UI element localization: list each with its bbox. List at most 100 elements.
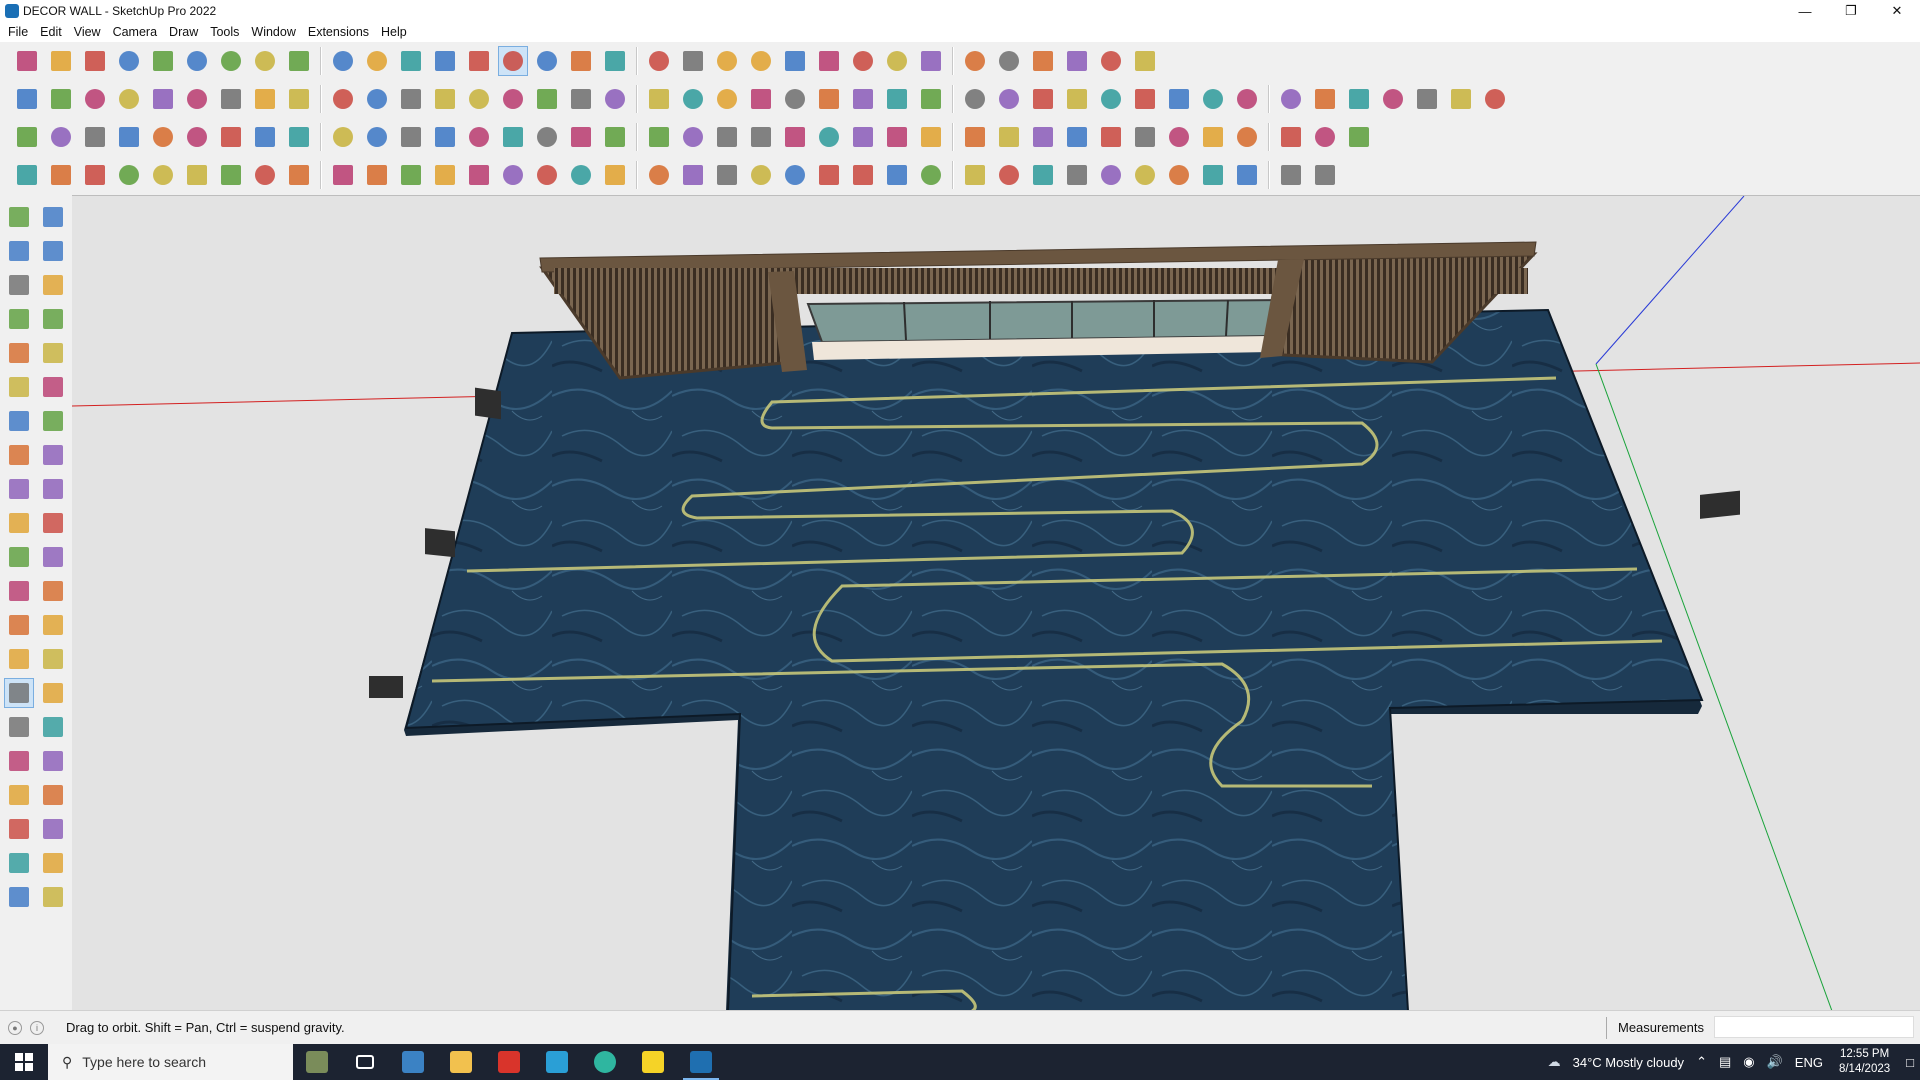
menu-window[interactable]: Window xyxy=(245,25,301,39)
orbit-active-tool-button[interactable] xyxy=(4,678,34,708)
text-tool-button[interactable] xyxy=(39,611,67,639)
eraser-tool-button[interactable] xyxy=(39,237,67,265)
polyline-button[interactable] xyxy=(1131,85,1159,113)
volume-icon[interactable]: 🔊 xyxy=(1767,1054,1783,1070)
scale-tool-button[interactable] xyxy=(5,543,33,571)
line-tool-button[interactable] xyxy=(5,305,33,333)
tent-button[interactable] xyxy=(645,123,673,151)
move-button[interactable] xyxy=(285,47,313,75)
tape-tool-button[interactable] xyxy=(5,577,33,605)
wood-button[interactable] xyxy=(363,123,391,151)
prev-tool-button[interactable] xyxy=(39,747,67,775)
clock[interactable]: 12:55 PM 8/14/2023 xyxy=(1839,1047,1890,1077)
measurements-input[interactable] xyxy=(1714,1016,1914,1038)
components-button[interactable] xyxy=(713,47,741,75)
pipe-button[interactable] xyxy=(397,123,425,151)
red-cube-button[interactable] xyxy=(149,123,177,151)
scene-canvas[interactable] xyxy=(72,196,1920,1010)
arc-squiggle-tool-button[interactable] xyxy=(39,305,67,333)
puzzle-button[interactable] xyxy=(917,123,945,151)
cross-button[interactable] xyxy=(499,123,527,151)
followme-tool-button[interactable] xyxy=(39,509,67,537)
calculator-app[interactable] xyxy=(389,1044,437,1080)
line-draw-button[interactable] xyxy=(115,161,143,189)
polygon-tool-button[interactable] xyxy=(39,373,67,401)
pattern-button[interactable] xyxy=(1277,161,1305,189)
curve-button[interactable] xyxy=(363,85,391,113)
spiral-button[interactable] xyxy=(1165,85,1193,113)
qr-button[interactable] xyxy=(1345,123,1373,151)
measure-button[interactable] xyxy=(995,47,1023,75)
solid-tools-button[interactable] xyxy=(115,85,143,113)
menu-help[interactable]: Help xyxy=(375,25,413,39)
stair-button[interactable] xyxy=(747,161,775,189)
cut-button[interactable] xyxy=(747,123,775,151)
red-tool-button[interactable] xyxy=(1199,85,1227,113)
red-fill-button[interactable] xyxy=(183,123,211,151)
grid-button[interactable] xyxy=(285,123,313,151)
house-button[interactable] xyxy=(567,85,595,113)
texture5-button[interactable] xyxy=(1413,85,1441,113)
box3d-button[interactable] xyxy=(251,161,279,189)
rotate-button[interactable] xyxy=(329,47,357,75)
styles-button[interactable] xyxy=(747,47,775,75)
orange-tile-button[interactable] xyxy=(1233,123,1261,151)
slide-button[interactable] xyxy=(183,161,211,189)
layers-tool-button[interactable] xyxy=(5,883,33,911)
extension-button[interactable] xyxy=(815,47,843,75)
texture1-button[interactable] xyxy=(1277,85,1305,113)
followme-button[interactable] xyxy=(251,47,279,75)
section2-tool-button[interactable] xyxy=(39,849,67,877)
pencil-tool-button[interactable] xyxy=(39,271,67,299)
paint-button[interactable] xyxy=(465,47,493,75)
vertex-button[interactable] xyxy=(13,161,41,189)
dimension-tool-button[interactable] xyxy=(39,577,67,605)
shade-button[interactable] xyxy=(47,85,75,113)
tray-chevron-icon[interactable]: ⌃ xyxy=(1696,1054,1707,1070)
rotate-orange-button[interactable] xyxy=(217,123,245,151)
slope-button[interactable] xyxy=(781,161,809,189)
column2-button[interactable] xyxy=(601,161,629,189)
pie-tool-button[interactable] xyxy=(5,441,33,469)
walk-tool-button[interactable] xyxy=(5,781,33,809)
text-style-button[interactable] xyxy=(115,123,143,151)
restore-button[interactable]: ❐ xyxy=(1828,0,1874,22)
taskbar-widget-app[interactable] xyxy=(293,1044,341,1080)
menu-camera[interactable]: Camera xyxy=(107,25,163,39)
texture2-button[interactable] xyxy=(1311,85,1339,113)
menu-draw[interactable]: Draw xyxy=(163,25,204,39)
orange-push-button[interactable] xyxy=(285,85,313,113)
hand-button[interactable] xyxy=(1131,47,1159,75)
red-line-button[interactable] xyxy=(431,161,459,189)
menu-file[interactable]: File xyxy=(2,25,34,39)
language-indicator[interactable]: ENG xyxy=(1795,1055,1823,1070)
shape-ellipse-button[interactable] xyxy=(961,85,989,113)
twist-button[interactable] xyxy=(217,161,245,189)
orange-block-button[interactable] xyxy=(1199,123,1227,151)
section-button[interactable] xyxy=(1029,47,1057,75)
fan-button[interactable] xyxy=(645,161,673,189)
eraser-button[interactable] xyxy=(81,47,109,75)
notifications-icon[interactable]: □ xyxy=(1906,1055,1914,1070)
pencil-button[interactable] xyxy=(115,47,143,75)
paint-tool-button[interactable] xyxy=(5,237,33,265)
position-tool-button[interactable] xyxy=(39,815,67,843)
texture6-button[interactable] xyxy=(1447,85,1475,113)
minimize-button[interactable]: — xyxy=(1782,0,1828,22)
blue-face-button[interactable] xyxy=(849,47,877,75)
blue-face1-button[interactable] xyxy=(13,123,41,151)
red-gem-button[interactable] xyxy=(1063,123,1091,151)
undo-button[interactable] xyxy=(1063,47,1091,75)
orange-grid-button[interactable] xyxy=(1165,123,1193,151)
hook-button[interactable] xyxy=(883,123,911,151)
section-tool-button[interactable] xyxy=(5,849,33,877)
magenta-push-button[interactable] xyxy=(329,85,357,113)
menu-extensions[interactable]: Extensions xyxy=(302,25,375,39)
fold-button[interactable] xyxy=(329,161,357,189)
axes-tool-button[interactable] xyxy=(5,645,33,673)
gear2-button[interactable] xyxy=(961,123,989,151)
weather-text[interactable]: 34°C Mostly cloudy xyxy=(1573,1055,1684,1070)
circle-tool-button[interactable] xyxy=(5,373,33,401)
model-viewport[interactable] xyxy=(72,195,1920,1010)
red-car-button[interactable] xyxy=(81,161,109,189)
